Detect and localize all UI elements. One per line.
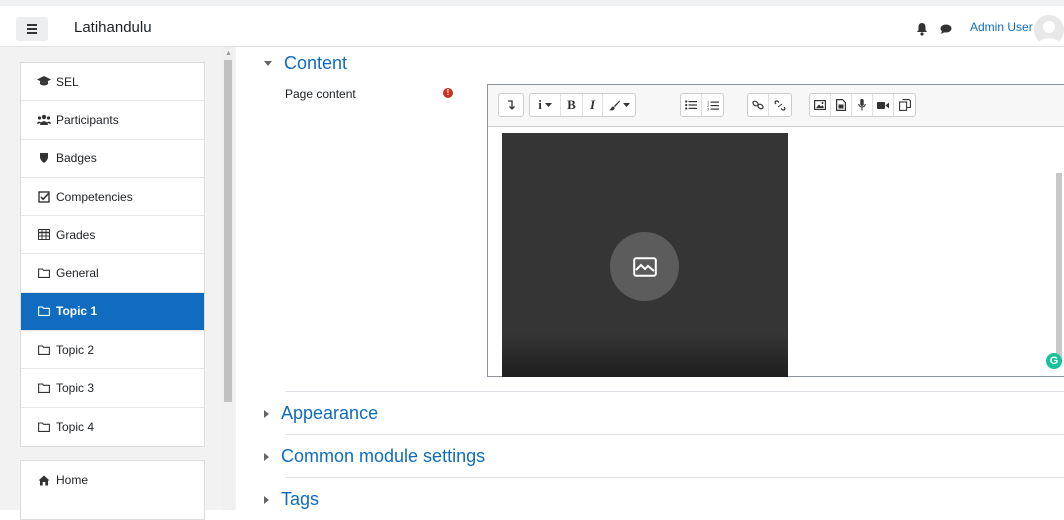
folder-icon [37,305,51,317]
avatar[interactable] [1034,15,1064,45]
unlink-icon[interactable] [769,94,791,116]
ordered-list-icon[interactable]: 123 [702,94,723,116]
user-avatar-icon [1038,21,1060,45]
chevron-down-icon [622,103,630,107]
grammarly-icon[interactable]: G [1046,353,1062,369]
divider [285,391,1064,392]
embedded-image-placeholder [502,133,788,377]
drawer-scrollbar-thumb[interactable] [224,60,232,402]
sidebar-item-label: SEL [56,74,79,89]
editor-scrollbar[interactable] [1056,173,1062,363]
sidebar-item-topic-3[interactable]: Topic 3 [21,369,204,408]
info-label: i [538,97,542,112]
page-content-label: Page content [285,87,356,101]
caret-right-icon [264,495,269,504]
chevron-down-icon [544,103,552,107]
editor-content-area[interactable] [488,127,1064,377]
sidebar-item-competencies[interactable]: Competencies [21,178,204,217]
toolbar-group-links [747,93,792,117]
graduation-cap-icon [37,76,51,88]
image-icon[interactable] [810,94,831,116]
sidebar-item-label: General [56,266,99,281]
site-name[interactable]: Latihandulu [74,19,152,36]
sidebar-item-label: Home [56,473,89,488]
course-nav-list: SEL Participants Badges Competencies Gra… [20,62,205,447]
info-dropdown-button[interactable]: i [530,94,561,116]
caret-right-icon [264,452,269,461]
home-icon [37,474,51,486]
required-icon: ! [443,88,453,98]
bold-button[interactable]: B [561,94,583,116]
common-module-settings-header[interactable]: Common module settings [264,446,485,467]
section-title: Tags [281,489,320,509]
toolbar-group-style: i B I [529,93,636,117]
site-nav-list: Home [20,460,205,520]
sidebar-item-grades[interactable]: Grades [21,216,204,255]
check-square-icon [37,190,51,203]
broken-image-icon [610,232,679,301]
folder-icon [37,267,51,279]
caret-right-icon [264,409,269,418]
toolbar-group-collapse [498,93,524,117]
sidebar-item-label: Participants [56,112,119,127]
italic-button[interactable]: I [583,94,603,116]
record-audio-icon[interactable] [852,94,873,116]
divider [285,434,1064,435]
sidebar-item-topic-4[interactable]: Topic 4 [21,408,204,446]
record-video-icon[interactable] [873,94,894,116]
brush-dropdown-button[interactable] [603,94,635,116]
sidebar-item-label: Competencies [56,189,133,204]
scroll-up-arrow-icon[interactable]: ▲ [225,50,232,57]
nav-drawer: SEL Participants Badges Competencies Gra… [0,47,236,520]
sidebar-item-general[interactable]: General [21,254,204,293]
unordered-list-icon[interactable] [681,94,702,116]
tags-section-header[interactable]: Tags [264,489,319,510]
brush-icon [608,100,620,110]
appearance-section-header[interactable]: Appearance [264,403,378,424]
sidebar-item-label: Badges [56,151,97,166]
sidebar-item-sel[interactable]: SEL [21,63,204,102]
toolbar-group-media [809,93,916,117]
divider [285,477,1064,478]
link-icon[interactable] [748,94,769,116]
sidebar-item-topic-2[interactable]: Topic 2 [21,331,204,370]
sidebar-item-topic-1[interactable]: Topic 1 [21,292,204,332]
table-icon [37,229,51,241]
toolbar-group-lists: 123 [680,93,724,117]
bell-icon[interactable] [916,22,928,36]
section-title: Content [284,53,348,73]
caret-down-icon [264,61,272,66]
sidebar-item-badges[interactable]: Badges [21,140,204,178]
sidebar-item-label: Topic 2 [56,342,95,357]
bold-label: B [567,97,576,112]
shield-icon [37,152,51,164]
users-icon [37,114,51,126]
manage-files-icon[interactable] [894,94,915,116]
folder-icon [37,382,51,394]
sidebar-item-label: Topic 4 [56,419,95,434]
collapse-icon[interactable] [499,94,523,116]
chat-icon[interactable] [940,23,952,35]
content-section-header[interactable]: Content [264,53,347,74]
italic-label: I [589,97,596,112]
top-navbar: Latihandulu Admin User [0,0,1064,47]
sidebar-item-label: Topic 3 [56,381,95,396]
section-title: Appearance [281,403,379,423]
folder-icon [37,344,51,356]
editor-toolbar: i B I 123 [488,85,1064,127]
folder-icon [37,421,51,433]
user-name[interactable]: Admin User [970,20,1033,34]
section-title: Common module settings [281,446,486,466]
svg-text:3: 3 [707,107,709,111]
sidebar-item-label: Topic 1 [56,304,98,319]
media-icon[interactable] [831,94,852,116]
hamburger-icon[interactable] [16,17,48,41]
atto-editor: i B I 123 [487,84,1064,377]
sidebar-item-label: Grades [56,227,96,242]
sidebar-item-home[interactable]: Home [21,461,204,499]
sidebar-item-participants[interactable]: Participants [21,101,204,140]
